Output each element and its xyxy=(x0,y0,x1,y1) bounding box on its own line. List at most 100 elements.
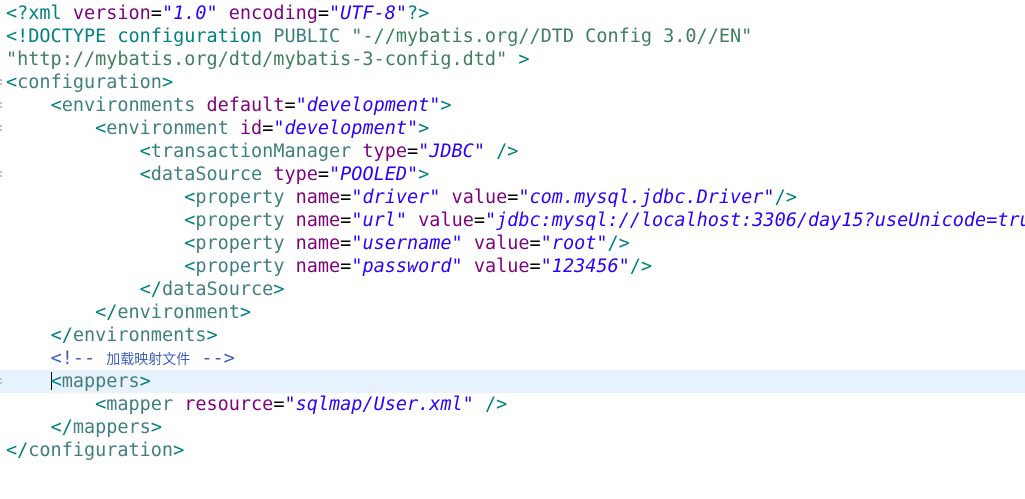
bracket: < xyxy=(184,233,196,254)
code-line-property-username[interactable]: <property name="username" value="root"/> xyxy=(0,232,1025,255)
tag-datasource: dataSource xyxy=(150,164,263,185)
code-line-mappers-open[interactable]: <mappers> xyxy=(0,370,1025,393)
equals: = xyxy=(507,187,519,208)
tag-configuration: configuration xyxy=(17,72,162,93)
bracket: < xyxy=(6,72,18,93)
bracket: > xyxy=(173,440,185,461)
equals: = xyxy=(340,233,352,254)
code-line-comment[interactable]: <!-- 加载映射文件 --> xyxy=(0,347,1025,370)
value-encoding: "UTF-8" xyxy=(329,3,407,24)
code-line-configuration-close[interactable]: </configuration> xyxy=(0,439,1025,462)
tag-datasource: dataSource xyxy=(161,279,274,300)
code-line-property-password[interactable]: <property name="password" value="123456"… xyxy=(0,255,1025,278)
code-line-transaction-manager[interactable]: <transactionManager type="JDBC" /> xyxy=(0,140,1025,163)
code-line-mappers-close[interactable]: </mappers> xyxy=(0,416,1025,439)
attr-value: value xyxy=(440,187,508,208)
value-id: "development" xyxy=(273,118,419,139)
attr-value: value xyxy=(462,256,530,277)
code-line-property-driver[interactable]: <property name="driver" value="com.mysql… xyxy=(0,186,1025,209)
code-line-environments-open[interactable]: <environments default="development"> xyxy=(0,94,1025,117)
xml-code-editor[interactable]: <?xml version="1.0" encoding="UTF-8"?> <… xyxy=(0,0,1025,499)
attr-name: name xyxy=(284,256,341,277)
bracket: < xyxy=(139,141,151,162)
bracket: /> xyxy=(629,256,653,277)
code-line-environment-close[interactable]: </environment> xyxy=(0,301,1025,324)
attr-name: name xyxy=(284,233,341,254)
value-name: "password" xyxy=(351,256,463,277)
bracket: > xyxy=(239,302,252,323)
attr-id: id xyxy=(228,118,263,139)
value-value: "com.mysql.jdbc.Driver" xyxy=(518,187,775,208)
tag-environment: environment xyxy=(106,118,229,139)
bracket: > xyxy=(139,371,151,392)
tag-configuration: configuration xyxy=(28,440,174,461)
bracket: > xyxy=(418,118,430,139)
bracket: < xyxy=(139,164,151,185)
fold-marker-icon[interactable] xyxy=(0,102,5,108)
fold-marker-icon[interactable] xyxy=(0,378,5,384)
equals: = xyxy=(340,210,352,231)
bracket: > xyxy=(161,72,174,93)
value-type: "POOLED" xyxy=(329,164,419,185)
comment-text: 加载映射文件 xyxy=(106,352,191,368)
value-name: "username" xyxy=(351,233,463,254)
equals: = xyxy=(340,256,352,277)
bracket: < xyxy=(95,118,107,139)
tag-property: property xyxy=(195,187,285,208)
tag-property: property xyxy=(195,256,285,277)
tag-environments: environments xyxy=(72,325,207,346)
doctype-keyword: <!DOCTYPE configuration xyxy=(6,26,274,47)
tag-environments: environments xyxy=(61,95,196,116)
equals: = xyxy=(529,233,541,254)
attr-name: name xyxy=(284,210,341,231)
doctype-close: > xyxy=(507,49,530,70)
code-line-doctype-system[interactable]: "http://mybatis.org/dtd/mybatis-3-config… xyxy=(0,48,1025,71)
value-value: "jdbc:mysql://localhost:3306/day15?useUn… xyxy=(484,210,1025,231)
value-type: "JDBC" xyxy=(418,141,485,162)
doctype-public-id: "-//mybatis.org//DTD Config 3.0//EN" xyxy=(351,26,753,47)
bracket: </ xyxy=(50,417,73,438)
value-value: "123456" xyxy=(540,256,630,277)
value-name: "driver" xyxy=(351,187,441,208)
xml-decl-close: ?> xyxy=(407,3,430,24)
attr-encoding: encoding xyxy=(217,3,318,24)
code-line-datasource-close[interactable]: </dataSource> xyxy=(0,278,1025,301)
attr-version: version xyxy=(72,3,151,24)
bracket: < xyxy=(50,95,62,116)
code-line-configuration-open[interactable]: <configuration> xyxy=(0,71,1025,94)
doctype-system-id: "http://mybatis.org/dtd/mybatis-3-config… xyxy=(6,49,508,70)
fold-marker-icon[interactable] xyxy=(0,125,5,131)
equals: = xyxy=(317,164,330,185)
code-line-mapper[interactable]: <mapper resource="sqlmap/User.xml" /> xyxy=(0,393,1025,416)
code-line-property-url[interactable]: <property name="url" value="jdbc:mysql:/… xyxy=(0,209,1025,232)
equals: = xyxy=(150,3,162,24)
attr-type: type xyxy=(351,141,407,162)
code-line-environments-close[interactable]: </environments> xyxy=(0,324,1025,347)
attr-name: name xyxy=(284,187,341,208)
tag-mappers: mappers xyxy=(72,417,151,438)
fold-marker-icon[interactable] xyxy=(0,79,5,85)
tag-mappers: mappers xyxy=(61,371,140,392)
equals: = xyxy=(284,95,296,116)
bracket: > xyxy=(440,95,452,116)
doctype-public: PUBLIC xyxy=(273,26,352,47)
tag-mapper: mapper xyxy=(106,394,174,415)
equals: = xyxy=(273,394,285,415)
code-line-doctype[interactable]: <!DOCTYPE configuration PUBLIC "-//mybat… xyxy=(0,25,1025,48)
bracket: > xyxy=(150,417,162,438)
tag-environment: environment xyxy=(117,302,240,323)
code-line-environment-open[interactable]: <environment id="development"> xyxy=(0,117,1025,140)
equals: = xyxy=(340,187,352,208)
equals: = xyxy=(529,256,541,277)
bracket: < xyxy=(50,371,62,392)
value-value: "root" xyxy=(540,233,608,254)
tag-property: property xyxy=(195,233,285,254)
bracket: < xyxy=(184,256,196,277)
fold-marker-icon[interactable] xyxy=(0,171,5,177)
value-name: "url" xyxy=(351,210,408,231)
code-line-datasource-open[interactable]: <dataSource type="POOLED"> xyxy=(0,163,1025,186)
bracket: /> xyxy=(484,141,519,162)
equals: = xyxy=(262,118,274,139)
tag-property: property xyxy=(195,210,285,231)
code-line-xml-declaration[interactable]: <?xml version="1.0" encoding="UTF-8"?> xyxy=(0,2,1025,25)
